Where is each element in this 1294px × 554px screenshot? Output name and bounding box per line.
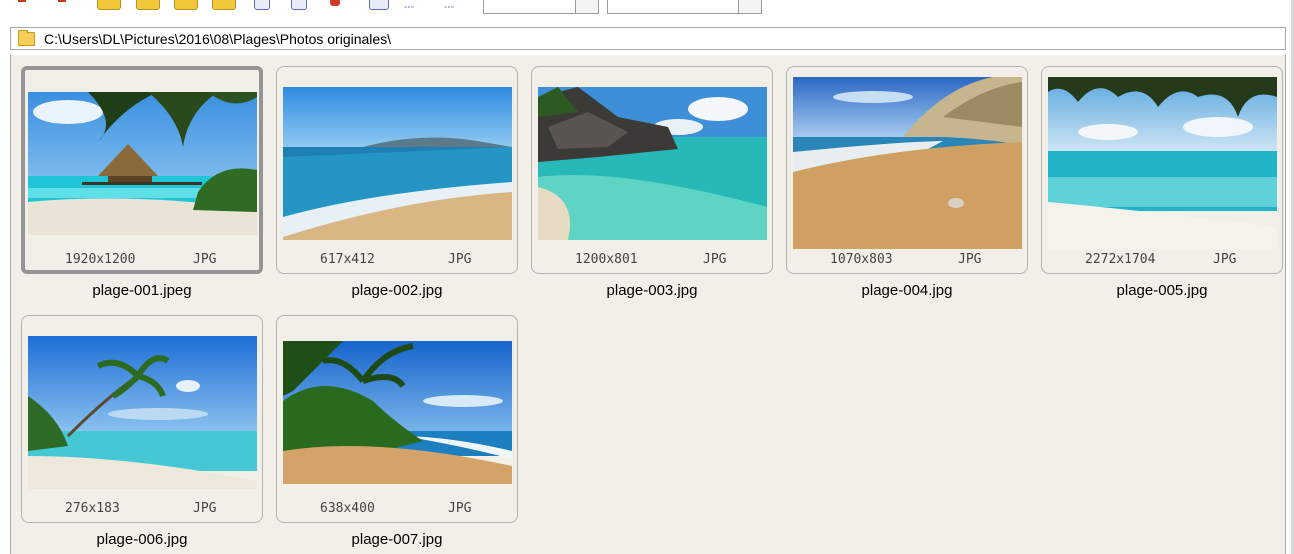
- back-arrow-icon[interactable]: [16, 0, 28, 8]
- image-dimensions: 1070x803: [830, 252, 893, 267]
- folder-icon: [18, 30, 35, 46]
- address-bar[interactable]: C:\Users\DL\Pictures\2016\08\Plages\Phot…: [10, 27, 1286, 50]
- file-name[interactable]: plage-003.jpg: [531, 282, 773, 299]
- thumbnail-item[interactable]: 1200x801 JPG plage-003.jpg: [531, 66, 773, 306]
- filter-combo[interactable]: [607, 0, 762, 14]
- image-dimensions: 617x412: [320, 252, 375, 267]
- thumbnail-item[interactable]: 1070x803 JPG plage-004.jpg: [786, 66, 1028, 306]
- thumbnail-item[interactable]: 2272x1704 JPG plage-005.jpg: [1041, 66, 1283, 306]
- folder-up-icon[interactable]: [174, 0, 198, 10]
- thumbnail-image[interactable]: [538, 87, 767, 240]
- chevron-down-icon[interactable]: [738, 0, 761, 13]
- folder-icon[interactable]: [97, 0, 121, 10]
- properties-icon[interactable]: [369, 0, 389, 10]
- image-type: JPG: [958, 252, 982, 267]
- forward-arrow-icon[interactable]: [56, 0, 68, 8]
- image-dimensions: 1200x801: [575, 252, 638, 267]
- folder-open-icon[interactable]: [136, 0, 160, 10]
- delete-icon[interactable]: [330, 0, 340, 6]
- sort-combo[interactable]: [483, 0, 599, 14]
- thumbnail-image[interactable]: [28, 92, 257, 235]
- thumbnail-item[interactable]: 617x412 JPG plage-002.jpg: [276, 66, 518, 306]
- thumbnail-image[interactable]: [793, 77, 1022, 249]
- image-type: JPG: [1213, 252, 1237, 267]
- image-type: JPG: [448, 501, 472, 516]
- file-name[interactable]: plage-005.jpg: [1041, 282, 1283, 299]
- image-type: JPG: [193, 252, 217, 267]
- toolbar: ▫▫▫ ▫▫▫: [0, 0, 1294, 17]
- thumbnail-item[interactable]: 276x183 JPG plage-006.jpg: [21, 315, 263, 554]
- image-dimensions: 276x183: [65, 501, 120, 516]
- file-name[interactable]: plage-002.jpg: [276, 282, 518, 299]
- copy-icon[interactable]: [254, 0, 270, 10]
- file-name[interactable]: plage-006.jpg: [21, 531, 263, 548]
- view-details-icon[interactable]: ▫▫▫: [444, 4, 454, 11]
- image-type: JPG: [193, 501, 217, 516]
- image-dimensions: 1920x1200: [65, 252, 136, 267]
- folder-new-icon[interactable]: [212, 0, 236, 10]
- file-name[interactable]: plage-007.jpg: [276, 531, 518, 548]
- chevron-down-icon[interactable]: [575, 0, 598, 13]
- thumbnail-image[interactable]: [283, 341, 512, 484]
- current-path: C:\Users\DL\Pictures\2016\08\Plages\Phot…: [44, 31, 392, 47]
- view-list-icon[interactable]: ▫▫▫: [404, 4, 414, 11]
- file-name[interactable]: plage-001.jpeg: [21, 282, 263, 299]
- thumbnail-image[interactable]: [1048, 77, 1277, 249]
- thumbnail-image[interactable]: [283, 87, 512, 240]
- image-dimensions: 2272x1704: [1085, 252, 1156, 267]
- file-name[interactable]: plage-004.jpg: [786, 282, 1028, 299]
- move-icon[interactable]: [291, 0, 307, 10]
- image-type: JPG: [448, 252, 472, 267]
- thumbnail-image[interactable]: [28, 336, 257, 489]
- thumbnail-view[interactable]: 1920x1200 JPG plage-001.jpeg 617x412 JPG: [10, 55, 1286, 554]
- thumbnail-item[interactable]: 638x400 JPG plage-007.jpg: [276, 315, 518, 554]
- image-dimensions: 638x400: [320, 501, 375, 516]
- image-type: JPG: [703, 252, 727, 267]
- thumbnail-item[interactable]: 1920x1200 JPG plage-001.jpeg: [21, 66, 263, 306]
